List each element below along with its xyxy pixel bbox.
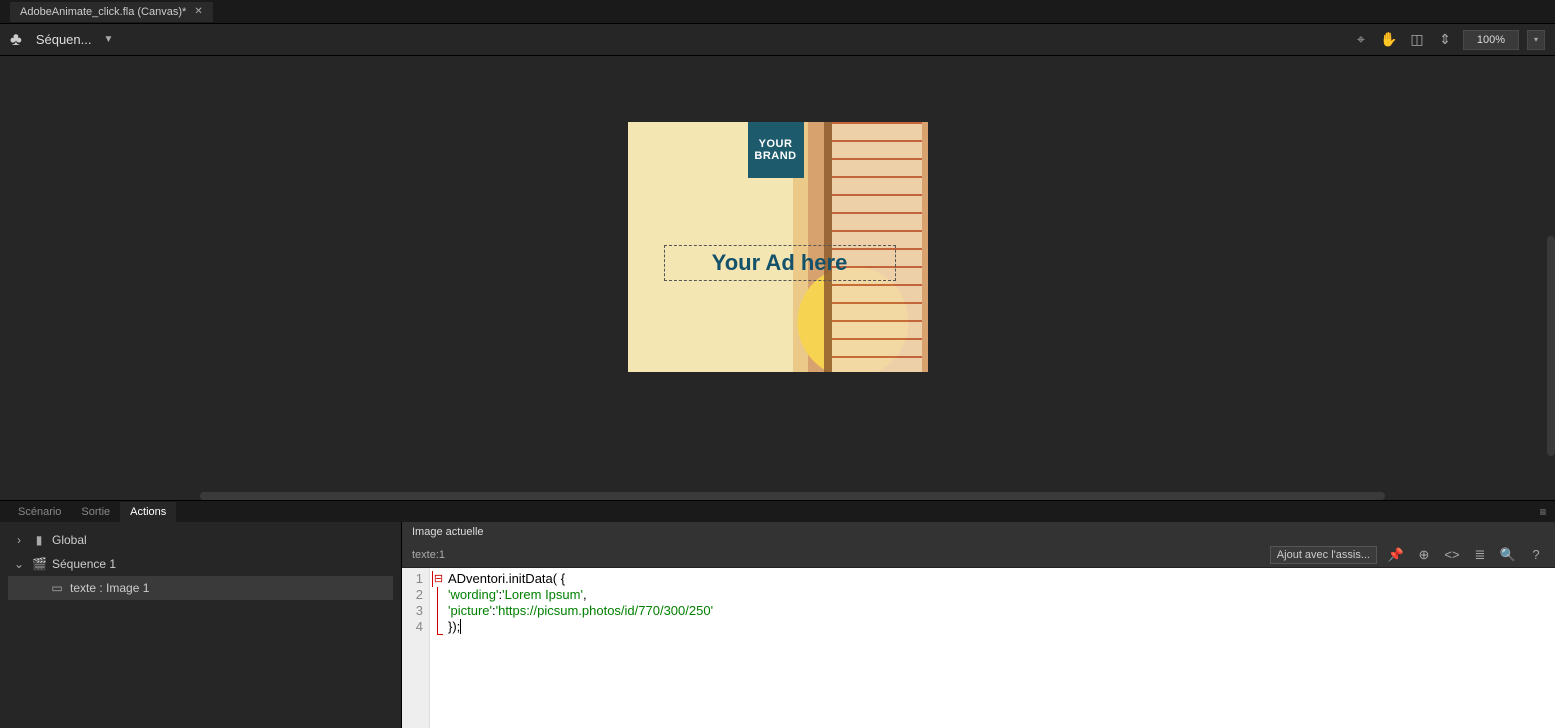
- file-tab-bar: AdobeAnimate_click.fla (Canvas)* ✕: [0, 0, 1555, 24]
- file-tab[interactable]: AdobeAnimate_click.fla (Canvas)* ✕: [10, 2, 213, 22]
- assist-button[interactable]: Ajout avec l'assis...: [1270, 546, 1377, 564]
- ln: 3: [402, 603, 423, 619]
- format-icon[interactable]: ≣: [1471, 546, 1489, 564]
- ad-text-field[interactable]: Your Ad here: [664, 245, 896, 281]
- file-tab-title: AdobeAnimate_click.fla (Canvas)*: [20, 6, 186, 18]
- fold-minus-icon[interactable]: ⊟: [432, 571, 444, 587]
- tab-scenario[interactable]: Scénario: [8, 502, 71, 522]
- tree-item-label: texte : Image 1: [70, 581, 149, 595]
- brand-line2: BRAND: [754, 150, 796, 162]
- chevron-right-icon: ›: [12, 533, 26, 547]
- ln: 4: [402, 619, 423, 635]
- tree-global[interactable]: › ▮ Global: [8, 528, 393, 552]
- bottom-panel-tabs: Scénario Sortie Actions ≡: [0, 500, 1555, 522]
- tree-scene-label: Séquence 1: [52, 557, 116, 571]
- scene-label: Séquen...: [36, 32, 92, 47]
- brackets-icon[interactable]: <>: [1443, 546, 1461, 564]
- chevron-down-icon: ⌄: [12, 557, 26, 571]
- actions-panel: › ▮ Global ⌄ 🎬 Séquence 1 ▭ texte : Imag…: [0, 522, 1555, 728]
- code-lines[interactable]: ADventori.initData( { 'wording':'Lorem I…: [444, 568, 713, 728]
- ln: 2: [402, 587, 423, 603]
- chevron-down-icon: ▼: [103, 34, 113, 45]
- tree-item-texte[interactable]: ▭ texte : Image 1: [8, 576, 393, 600]
- line-gutter: 1 2 3 4: [402, 568, 430, 728]
- panel-menu-icon[interactable]: ≡: [1531, 505, 1555, 519]
- fold-gutter[interactable]: ⊟: [430, 568, 444, 728]
- brand-logo: YOUR BRAND: [748, 122, 804, 178]
- pin-icon[interactable]: 📌: [1387, 546, 1405, 564]
- vertical-scrollbar[interactable]: [1547, 236, 1555, 456]
- stage-toolbar: ♣ Séquen... ▼ ⌖ ✋ ◫ ⇕ 100% ▾: [0, 24, 1555, 56]
- center-stage-icon[interactable]: ⌖: [1351, 30, 1371, 50]
- close-icon[interactable]: ✕: [194, 6, 202, 17]
- text-caret: [460, 619, 465, 634]
- tree-scene[interactable]: ⌄ 🎬 Séquence 1: [8, 552, 393, 576]
- ln: 1: [402, 571, 423, 587]
- brand-line1: YOUR: [759, 138, 793, 150]
- zoom-dropdown[interactable]: ▾: [1527, 30, 1545, 50]
- search-icon[interactable]: 🔍: [1499, 546, 1517, 564]
- zoom-stepper-icon[interactable]: ⇕: [1435, 30, 1455, 50]
- clapper-icon: 🎬: [32, 557, 46, 571]
- scene-dropdown[interactable]: Séquen... ▼: [36, 32, 114, 47]
- scene-icon[interactable]: ♣: [10, 29, 22, 50]
- code-header: Image actuelle: [402, 522, 1555, 542]
- code-location: texte:1: [412, 549, 445, 561]
- script-tree: › ▮ Global ⌄ 🎬 Séquence 1 ▭ texte : Imag…: [0, 522, 402, 728]
- tree-global-label: Global: [52, 533, 87, 547]
- target-icon[interactable]: ⊕: [1415, 546, 1433, 564]
- document-icon: ▮: [32, 533, 46, 547]
- help-icon[interactable]: ?: [1527, 546, 1545, 564]
- horizontal-scrollbar[interactable]: [200, 492, 1385, 500]
- zoom-input[interactable]: 100%: [1463, 30, 1519, 50]
- clip-icon[interactable]: ◫: [1407, 30, 1427, 50]
- tab-actions[interactable]: Actions: [120, 502, 176, 522]
- canvas[interactable]: YOUR BRAND Your Ad here: [628, 122, 928, 372]
- rotate-tool-icon[interactable]: ✋: [1379, 30, 1399, 50]
- stage[interactable]: YOUR BRAND Your Ad here: [0, 56, 1555, 500]
- tab-output[interactable]: Sortie: [71, 502, 120, 522]
- frame-icon: ▭: [50, 581, 64, 595]
- code-toolbar: texte:1 Ajout avec l'assis... 📌 ⊕ <> ≣ 🔍…: [402, 542, 1555, 568]
- ad-text-value: Your Ad here: [712, 250, 848, 276]
- code-editor[interactable]: 1 2 3 4 ⊟ ADventori.initData( { 'wording…: [402, 568, 1555, 728]
- code-panel: Image actuelle texte:1 Ajout avec l'assi…: [402, 522, 1555, 728]
